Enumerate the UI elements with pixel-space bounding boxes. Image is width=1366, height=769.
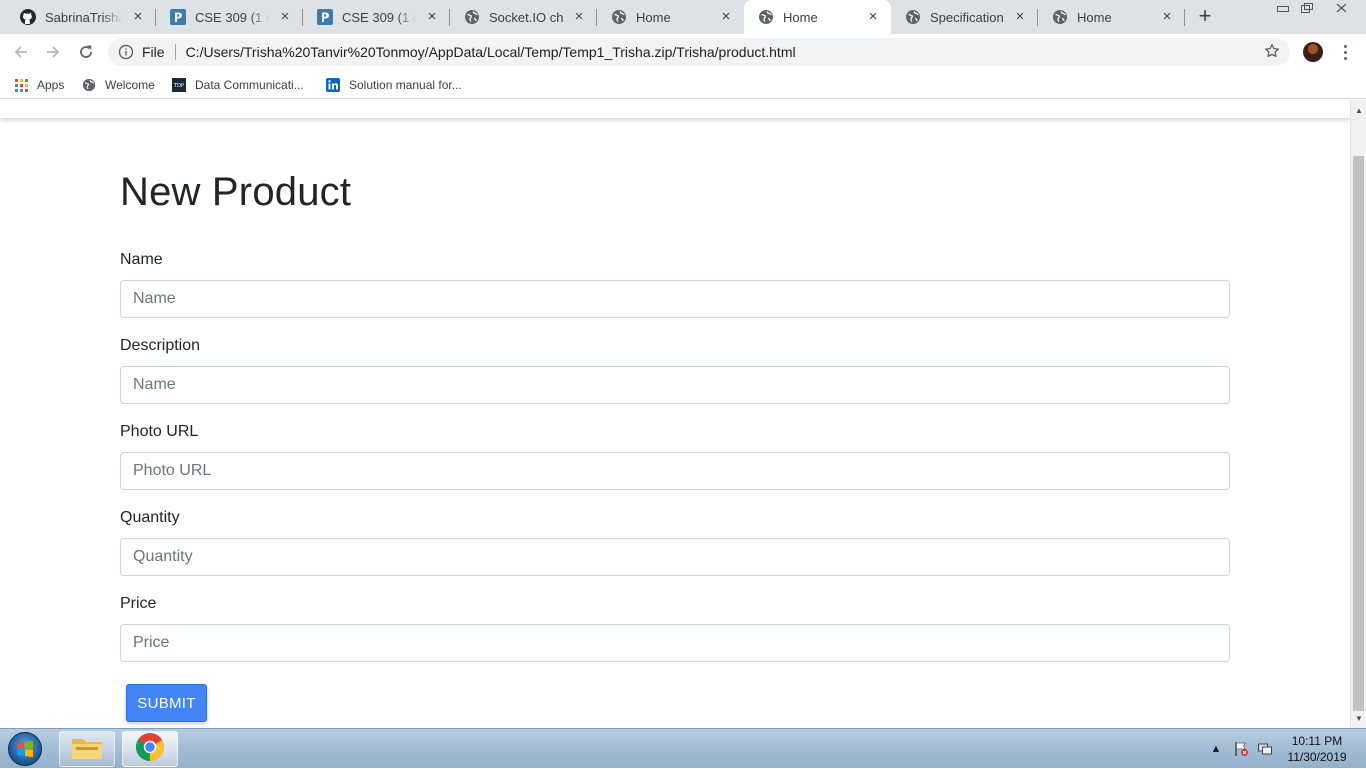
name-label: Name — [120, 251, 163, 268]
url-text[interactable]: C:/Users/Trisha%20Tanvir%20Tonmoy/AppDat… — [186, 44, 796, 60]
scroll-up-icon[interactable]: ▲ — [1351, 102, 1366, 118]
linkedin-icon — [326, 78, 340, 92]
show-hidden-icons-icon[interactable]: ▲ — [1208, 729, 1224, 769]
photo-url-label: Photo URL — [120, 423, 199, 440]
close-icon[interactable]: × — [1012, 9, 1028, 25]
tab-title: SabrinaTrisha/A — [45, 9, 122, 25]
chrome-icon — [135, 732, 165, 767]
vertical-scrollbar[interactable]: ▲ ▼ — [1350, 100, 1366, 728]
file-explorer-icon — [70, 733, 104, 766]
tab-home-1[interactable]: Home × — [597, 0, 744, 34]
github-icon — [20, 9, 36, 25]
minimize-button[interactable] — [1270, 0, 1296, 16]
photo-url-input[interactable] — [120, 452, 1230, 490]
scheme-label: File — [142, 44, 165, 60]
arrow-right-icon — [47, 46, 60, 58]
bookmark-apps[interactable]: Apps — [14, 76, 64, 94]
tab-socketio[interactable]: Socket.IO chat × — [450, 0, 597, 34]
description-input[interactable] — [120, 366, 1230, 404]
system-clock[interactable]: 10:11 PM 11/30/2019 — [1276, 733, 1358, 765]
clock-date: 11/30/2019 — [1287, 750, 1347, 764]
scroll-down-icon[interactable]: ▼ — [1351, 710, 1366, 726]
tab-specifications[interactable]: Specifications × — [891, 0, 1038, 34]
address-bar[interactable]: File C:/Users/Trisha%20Tanvir%20Tonmoy/A… — [108, 38, 1290, 66]
tab-strip: SabrinaTrisha/A × CSE 309 (1 unre × CSE … — [0, 0, 1366, 34]
globe-icon — [464, 9, 480, 25]
bookmark-star-icon[interactable] — [1262, 41, 1282, 61]
tab-home-active[interactable]: Home × — [744, 0, 891, 34]
windows-taskbar: ▲ 10:11 PM 11/30/2019 — [0, 728, 1366, 768]
price-input[interactable] — [120, 624, 1230, 662]
profile-avatar[interactable] — [1303, 42, 1323, 62]
page-viewport: New Product Name Description Photo URL Q… — [0, 100, 1350, 728]
bookmark-label: Apps — [37, 78, 65, 92]
tab-title: CSE 309 (1 unre — [342, 9, 416, 25]
browser-toolbar: File C:/Users/Trisha%20Tanvir%20Tonmoy/A… — [0, 34, 1366, 70]
back-button[interactable] — [10, 41, 32, 63]
close-icon[interactable]: × — [424, 9, 440, 25]
bookmark-label: Data Communicati... — [195, 78, 304, 92]
chrome-taskbar-button[interactable] — [122, 731, 178, 767]
globe-icon — [1052, 9, 1068, 25]
close-icon[interactable]: × — [130, 9, 146, 25]
page-title: New Product — [120, 170, 352, 214]
svg-text:TDP: TDP — [173, 83, 184, 89]
globe-icon — [611, 9, 627, 25]
close-icon[interactable]: × — [571, 9, 587, 25]
tab-title: Socket.IO chat — [489, 9, 563, 25]
name-input[interactable] — [120, 280, 1230, 318]
submit-button[interactable]: SUBMIT — [126, 684, 207, 722]
restore-button[interactable] — [1294, 0, 1320, 16]
info-icon[interactable] — [118, 44, 134, 60]
tab-piazza-1[interactable]: CSE 309 (1 unre × — [156, 0, 303, 34]
description-label: Description — [120, 337, 201, 354]
arrow-left-icon — [14, 46, 27, 58]
tab-title: Specifications — [930, 9, 1004, 25]
tdp-icon: TDP — [172, 78, 186, 92]
flag-alert-icon[interactable] — [1231, 729, 1251, 769]
quantity-input[interactable] — [120, 538, 1230, 576]
quantity-label: Quantity — [120, 509, 180, 526]
windows-logo-icon — [8, 732, 42, 766]
bookmark-solution-manual[interactable]: Solution manual for... — [326, 76, 462, 94]
apps-grid-icon — [14, 78, 28, 92]
menu-icon[interactable] — [1338, 41, 1352, 63]
tab-title: Home — [1077, 9, 1112, 25]
close-icon[interactable]: × — [718, 9, 734, 25]
tab-title: Home — [783, 9, 818, 25]
reload-icon — [80, 45, 92, 58]
bookmark-data-communication[interactable]: TDP Data Communicati... — [172, 76, 304, 94]
network-icon[interactable] — [1255, 729, 1275, 769]
globe-icon — [905, 9, 921, 25]
close-icon[interactable]: × — [865, 9, 881, 25]
globe-icon — [758, 9, 774, 25]
reload-button[interactable] — [75, 41, 97, 63]
piazza-icon — [170, 9, 186, 25]
tab-piazza-2[interactable]: CSE 309 (1 unre × — [303, 0, 450, 34]
globe-icon — [82, 78, 96, 92]
close-icon[interactable]: × — [277, 9, 293, 25]
piazza-icon — [317, 9, 333, 25]
scroll-thumb[interactable] — [1353, 156, 1364, 711]
price-label: Price — [120, 595, 157, 612]
new-tab-button[interactable]: + — [1194, 5, 1216, 28]
tab-title: CSE 309 (1 unre — [195, 9, 269, 25]
clock-time: 10:11 PM — [1291, 734, 1343, 748]
tab-github[interactable]: SabrinaTrisha/A × — [6, 0, 156, 34]
bookmark-label: Solution manual for... — [349, 78, 462, 92]
file-explorer-taskbar-button[interactable] — [59, 731, 115, 767]
page-navbar — [0, 100, 1350, 118]
tab-home-2[interactable]: Home × — [1038, 0, 1185, 34]
close-window-button[interactable] — [1328, 0, 1354, 16]
tab-title: Home — [636, 9, 671, 25]
bookmark-label: Welcome — [105, 78, 155, 92]
forward-button[interactable] — [42, 41, 64, 63]
bookmark-welcome[interactable]: Welcome — [82, 76, 155, 94]
close-icon[interactable]: × — [1159, 9, 1175, 25]
bookmarks-bar: Apps Welcome TDP Data Communicati... Sol… — [0, 70, 1366, 99]
start-button[interactable] — [6, 731, 44, 767]
